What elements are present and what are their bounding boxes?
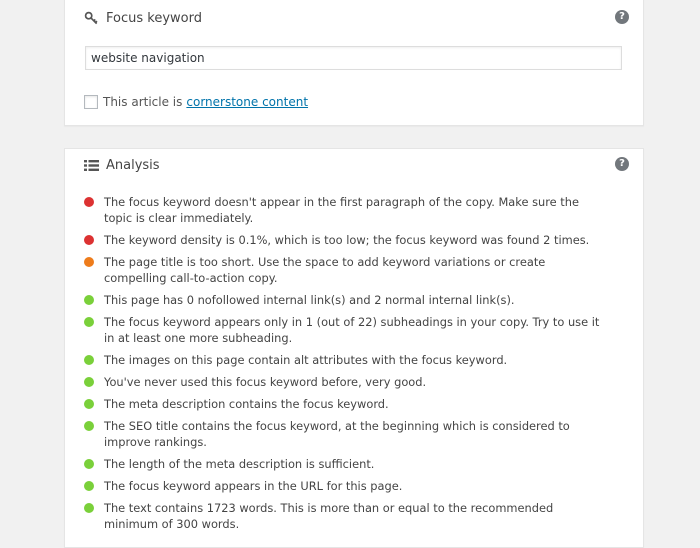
status-dot xyxy=(84,295,94,305)
status-dot xyxy=(84,355,94,365)
analysis-result-item: This page has 0 nofollowed internal link… xyxy=(84,292,604,308)
list-icon xyxy=(83,157,99,173)
focus-keyword-panel: Focus keyword ? This article is cornerst… xyxy=(64,0,644,126)
status-dot xyxy=(84,503,94,513)
status-dot xyxy=(84,459,94,469)
help-icon[interactable]: ? xyxy=(615,157,629,171)
analysis-header: Analysis ? xyxy=(83,155,629,175)
status-dot xyxy=(84,481,94,491)
cornerstone-link[interactable]: cornerstone content xyxy=(186,95,308,109)
result-text: The focus keyword doesn't appear in the … xyxy=(104,195,579,225)
result-text: The focus keyword appears only in 1 (out… xyxy=(104,315,600,345)
analysis-result-item: The images on this page contain alt attr… xyxy=(84,352,604,368)
analysis-results-list: The focus keyword doesn't appear in the … xyxy=(84,194,604,538)
result-text: The page title is too short. Use the spa… xyxy=(104,255,546,285)
result-text: The SEO title contains the focus keyword… xyxy=(104,419,570,449)
result-text: The keyword density is 0.1%, which is to… xyxy=(104,233,590,247)
status-dot xyxy=(84,197,94,207)
analysis-result-item: The keyword density is 0.1%, which is to… xyxy=(84,232,604,248)
status-dot xyxy=(84,235,94,245)
focus-keyword-header: Focus keyword ? xyxy=(83,8,629,28)
cornerstone-row: This article is cornerstone content xyxy=(84,95,308,109)
analysis-result-item: The text contains 1723 words. This is mo… xyxy=(84,500,604,532)
result-text: You've never used this focus keyword bef… xyxy=(104,375,427,389)
focus-keyword-title: Focus keyword xyxy=(106,10,202,26)
analysis-result-item: The SEO title contains the focus keyword… xyxy=(84,418,604,450)
status-dot xyxy=(84,317,94,327)
result-text: The length of the meta description is su… xyxy=(104,457,375,471)
cornerstone-checkbox[interactable] xyxy=(84,95,98,109)
result-text: The focus keyword appears in the URL for… xyxy=(104,479,403,493)
analysis-title: Analysis xyxy=(106,157,160,173)
result-text: This page has 0 nofollowed internal link… xyxy=(104,293,515,307)
analysis-result-item: The focus keyword appears in the URL for… xyxy=(84,478,604,494)
cornerstone-label: This article is xyxy=(103,95,183,109)
analysis-result-item: The meta description contains the focus … xyxy=(84,396,604,412)
result-text: The images on this page contain alt attr… xyxy=(104,353,508,367)
status-dot xyxy=(84,421,94,431)
analysis-panel: Analysis ? The focus keyword doesn't app… xyxy=(64,148,644,548)
status-dot xyxy=(84,257,94,267)
result-text: The text contains 1723 words. This is mo… xyxy=(104,501,554,531)
key-icon xyxy=(83,10,99,26)
status-dot xyxy=(84,399,94,409)
focus-keyword-input[interactable] xyxy=(85,46,622,70)
status-dot xyxy=(84,377,94,387)
analysis-result-item: The page title is too short. Use the spa… xyxy=(84,254,604,286)
help-icon[interactable]: ? xyxy=(615,10,629,24)
analysis-result-item: You've never used this focus keyword bef… xyxy=(84,374,604,390)
analysis-result-item: The focus keyword doesn't appear in the … xyxy=(84,194,604,226)
analysis-result-item: The length of the meta description is su… xyxy=(84,456,604,472)
result-text: The meta description contains the focus … xyxy=(104,397,389,411)
analysis-result-item: The focus keyword appears only in 1 (out… xyxy=(84,314,604,346)
